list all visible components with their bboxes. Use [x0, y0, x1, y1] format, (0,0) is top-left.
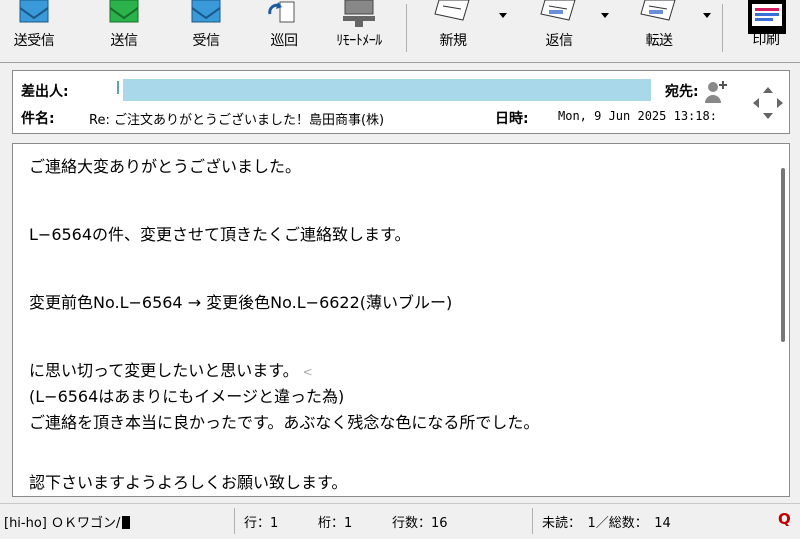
toolbar-separator — [722, 4, 723, 52]
new-button[interactable]: 新規 — [422, 0, 484, 62]
envelope-icon — [19, 0, 49, 23]
toolbar: 送受信 送信 受信 巡回 ﾘﾓｰﾄﾒｰﾙ 新規 返信 転送 印刷 — [0, 0, 800, 63]
status-bar: [hi-ho] ＯＫワゴン/ 行：1 桁：1 行数：16 未読： 1／総数： 1… — [0, 503, 800, 539]
body-line: ご連絡を頂き本当に良かったです。あぶなく残念な色になる所でした。 — [29, 413, 540, 432]
caret-mark: < — [302, 365, 313, 379]
send-envelope-icon — [109, 0, 139, 23]
remote-mail-label: ﾘﾓｰﾄﾒｰﾙ — [336, 33, 382, 49]
send-receive-button[interactable]: 送受信 — [6, 0, 62, 62]
body-line: L−6564の件、変更させて頂きたくご連絡致します。 — [29, 225, 411, 244]
forward-mail-icon — [640, 0, 676, 21]
remote-mail-button[interactable]: ﾘﾓｰﾄﾒｰﾙ — [318, 0, 400, 62]
forward-label: 転送 — [645, 33, 674, 49]
forward-dropdown-arrow[interactable] — [703, 13, 711, 18]
status-separator — [532, 508, 533, 534]
sender-redaction-edge — [117, 81, 119, 94]
new-mail-icon — [434, 0, 470, 21]
body-line-with-caret: に思い切って変更したいと思います。 < — [29, 358, 769, 384]
print-label: 印刷 — [752, 32, 781, 48]
send-label: 送信 — [110, 33, 139, 49]
body-blank-line — [29, 188, 769, 222]
receive-button[interactable]: 受信 — [180, 0, 232, 62]
navigation-arrows-icon[interactable] — [751, 85, 785, 121]
reply-button[interactable]: 返信 — [528, 0, 590, 62]
subject-label: 件名: — [21, 111, 55, 127]
body-line: 変更前色No.L−6564 → 変更後色No.L−6622(薄いブルー) — [29, 293, 453, 312]
message-header: 差出人: 宛先: 件名: Re: ご注文ありがとうございました！島田商事(株) … — [12, 70, 790, 134]
send-receive-label: 送受信 — [13, 33, 55, 49]
body-line: に思い切って変更したいと思います。 — [29, 361, 299, 380]
body-line: 認下さいますようよろしくお願い致します。 — [29, 473, 348, 492]
receive-envelope-icon — [191, 0, 221, 23]
forward-button[interactable]: 転送 — [628, 0, 690, 62]
new-label: 新規 — [439, 33, 468, 49]
patrol-button[interactable]: 巡回 — [258, 0, 310, 62]
patrol-label: 巡回 — [270, 33, 299, 49]
status-account-text: [hi-ho] ＯＫワゴン/ — [4, 516, 121, 531]
date-value-container: Mon, 9 Jun 2025 13:18: — [558, 108, 728, 128]
status-separator — [234, 508, 235, 534]
receive-label: 受信 — [192, 33, 221, 49]
status-row: 行：1 — [244, 516, 279, 531]
date-label: 日時: — [495, 111, 529, 127]
send-button[interactable]: 送信 — [98, 0, 150, 62]
status-line-count: 行数：16 — [392, 516, 448, 531]
date-value: Mon, 9 Jun 2025 13:18: — [558, 109, 717, 123]
subject-value: Re: ご注文ありがとうございました！島田商事(株) — [89, 113, 385, 128]
add-recipient-icon[interactable] — [703, 79, 729, 105]
sender-redacted-field[interactable] — [123, 79, 651, 101]
status-account: [hi-ho] ＯＫワゴン/ — [4, 512, 131, 531]
body-blank-line — [29, 324, 769, 358]
remote-mail-icon — [343, 0, 375, 27]
status-q-icon: Q — [778, 510, 791, 528]
body-line: (L−6564はあまりにもイメージと違った為) — [29, 387, 345, 406]
message-body-text: ご連絡大変ありがとうございました。 L−6564の件、変更させて頂きたくご連絡致… — [29, 154, 769, 496]
body-blank-line — [29, 444, 769, 470]
body-line: ご連絡大変ありがとうございました。 — [29, 157, 302, 176]
patrol-icon — [268, 1, 295, 23]
new-dropdown-arrow[interactable] — [499, 13, 507, 18]
from-label: 差出人: — [21, 84, 69, 100]
reply-label: 返信 — [545, 33, 574, 49]
to-label: 宛先: — [665, 84, 699, 100]
vertical-scrollbar-thumb[interactable] — [781, 168, 785, 342]
reply-mail-icon — [540, 0, 576, 21]
toolbar-separator — [406, 4, 407, 52]
print-button[interactable]: 印刷 — [736, 0, 796, 62]
status-col: 桁：1 — [318, 516, 353, 531]
reply-dropdown-arrow[interactable] — [601, 13, 609, 18]
body-blank-line — [29, 256, 769, 290]
message-body[interactable]: ご連絡大変ありがとうございました。 L−6564の件、変更させて頂きたくご連絡致… — [12, 143, 790, 497]
status-unread-total: 未読： 1／総数： 14 — [542, 516, 671, 531]
cursor-block — [122, 516, 131, 529]
printer-icon — [748, 0, 786, 34]
